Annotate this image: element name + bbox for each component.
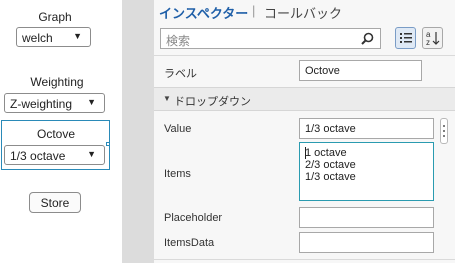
divider xyxy=(154,259,455,260)
chevron-down-icon: ▼ xyxy=(73,31,82,41)
svg-text:z: z xyxy=(426,38,430,47)
value-property-name: Value xyxy=(164,123,192,135)
text-caret xyxy=(305,147,306,159)
search-input[interactable]: 検索 xyxy=(160,28,381,49)
list-view-icon xyxy=(400,33,412,43)
placeholder-property-field[interactable] xyxy=(299,207,434,228)
tab-callback[interactable]: コールバック xyxy=(264,3,342,22)
weighting-label: Weighting xyxy=(30,75,84,89)
octave-dropdown-value: 1/3 octave xyxy=(10,149,66,163)
inspector-panel: インスペクター | コールバック 検索 a z ラベル Octove ▼ ドロッ… xyxy=(154,0,455,263)
section-title: ドロップダウン xyxy=(174,96,251,108)
weighting-dropdown[interactable]: Z-weighting ▼ xyxy=(4,93,105,113)
divider xyxy=(154,55,455,56)
collapse-triangle-icon: ▼ xyxy=(163,94,171,103)
sort-az-icon: a z xyxy=(426,30,440,47)
chevron-down-icon: ▼ xyxy=(87,97,96,107)
chevron-down-icon: ▼ xyxy=(87,149,96,159)
categorized-view-button[interactable] xyxy=(395,27,416,49)
itemsdata-property-field[interactable] xyxy=(299,232,434,253)
items-property-name: Items xyxy=(164,168,191,180)
label-property-value: Octove xyxy=(305,65,340,77)
tab-separator: | xyxy=(252,3,256,18)
item-line: 1/3 octave xyxy=(305,171,356,183)
graph-dropdown-value: welch xyxy=(22,31,53,45)
itemsdata-property-name: ItemsData xyxy=(164,237,215,249)
search-icon xyxy=(361,32,374,45)
item-line: 2/3 octave xyxy=(305,159,356,171)
octave-label: Octove xyxy=(36,127,75,141)
weighting-dropdown-value: Z-weighting xyxy=(10,97,73,111)
label-property-name: ラベル xyxy=(164,68,197,80)
value-property-value: 1/3 octave xyxy=(305,123,356,135)
item-line: 1 octave xyxy=(305,147,347,159)
sort-az-button[interactable]: a z xyxy=(422,27,443,49)
search-placeholder: 検索 xyxy=(166,34,191,48)
design-canvas[interactable]: Graph welch ▼ Weighting Z-weighting ▼ Oc… xyxy=(0,0,122,263)
store-button[interactable]: Store xyxy=(29,192,81,213)
dropdown-section-header[interactable]: ▼ ドロップダウン xyxy=(154,87,455,111)
tab-inspector[interactable]: インスペクター xyxy=(159,3,248,22)
value-property-field[interactable]: 1/3 octave xyxy=(299,118,434,139)
placeholder-property-name: Placeholder xyxy=(164,212,223,224)
more-options-button[interactable] xyxy=(440,118,448,144)
panel-divider[interactable] xyxy=(122,0,154,263)
items-list: 1 octave 2/3 octave 1/3 octave xyxy=(305,147,356,183)
items-textarea[interactable]: 1 octave 2/3 octave 1/3 octave xyxy=(299,142,434,201)
label-property-field[interactable]: Octove xyxy=(299,60,422,81)
graph-label: Graph xyxy=(38,10,72,24)
resize-handle[interactable] xyxy=(106,142,110,146)
octave-dropdown[interactable]: 1/3 octave ▼ xyxy=(4,145,105,165)
graph-dropdown[interactable]: welch ▼ xyxy=(16,27,91,47)
